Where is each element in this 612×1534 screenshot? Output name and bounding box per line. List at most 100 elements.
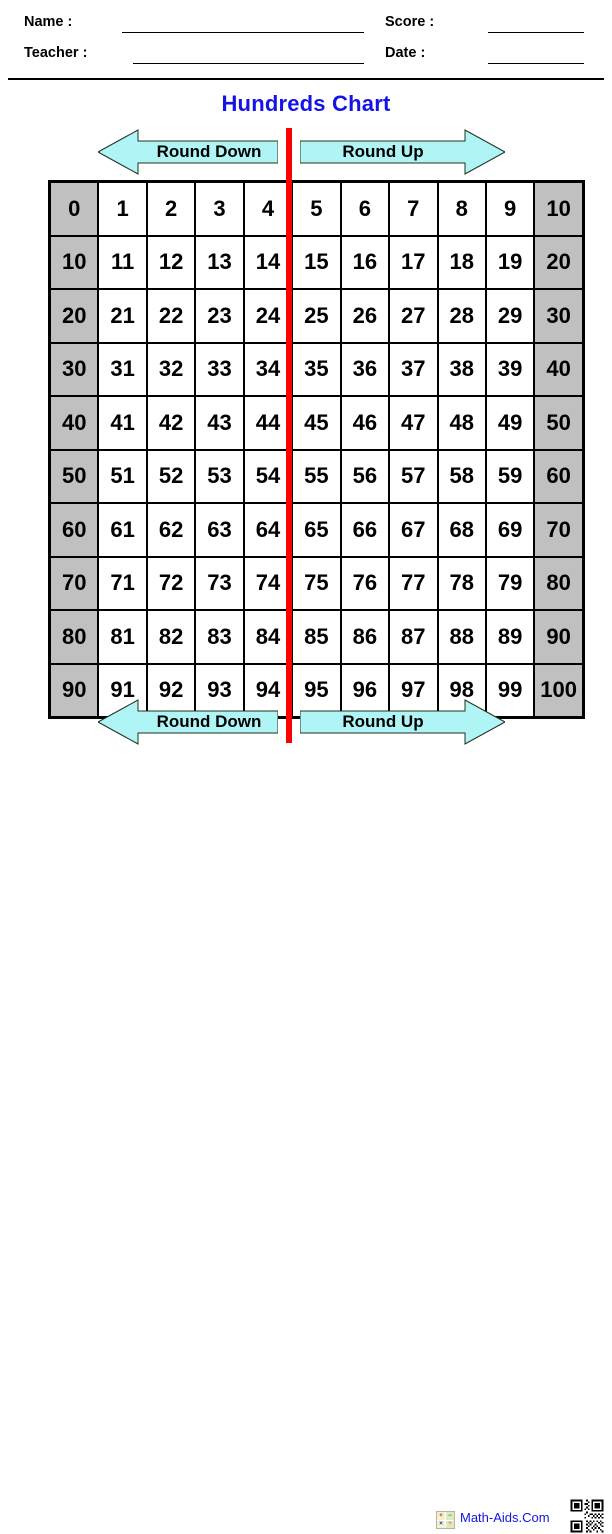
chart-cell-45[interactable]: 45 [291,395,342,451]
chart-cell-86[interactable]: 86 [339,609,391,665]
chart-cell-65[interactable]: 65 [291,502,342,558]
chart-cell-47[interactable]: 47 [388,395,439,451]
chart-cell-28[interactable]: 28 [436,288,487,344]
chart-cell-59[interactable]: 59 [484,448,536,504]
chart-cell-54[interactable]: 54 [242,448,294,504]
chart-cell-20[interactable]: 20 [48,288,100,344]
chart-cell-8[interactable]: 8 [436,180,487,237]
chart-cell-40[interactable]: 40 [48,395,100,451]
chart-cell-18[interactable]: 18 [436,234,487,290]
chart-cell-49[interactable]: 49 [484,395,536,451]
chart-cell-30[interactable]: 30 [533,288,585,344]
chart-cell-33[interactable]: 33 [194,341,245,397]
chart-cell-31[interactable]: 31 [97,341,148,397]
chart-cell-43[interactable]: 43 [194,395,245,451]
chart-cell-39[interactable]: 39 [484,341,536,397]
chart-cell-23[interactable]: 23 [194,288,245,344]
chart-cell-55[interactable]: 55 [291,448,342,504]
chart-cell-11[interactable]: 11 [97,234,148,290]
chart-cell-9[interactable]: 9 [484,180,536,237]
chart-cell-46[interactable]: 46 [339,395,391,451]
chart-cell-29[interactable]: 29 [484,288,536,344]
chart-cell-58[interactable]: 58 [436,448,487,504]
chart-cell-71[interactable]: 71 [97,555,148,611]
chart-cell-88[interactable]: 88 [436,609,487,665]
chart-cell-25[interactable]: 25 [291,288,342,344]
chart-cell-40[interactable]: 40 [533,341,585,397]
chart-cell-77[interactable]: 77 [388,555,439,611]
chart-cell-80[interactable]: 80 [48,609,100,665]
chart-cell-69[interactable]: 69 [484,502,536,558]
chart-cell-38[interactable]: 38 [436,341,487,397]
chart-cell-10[interactable]: 10 [48,234,100,290]
chart-cell-16[interactable]: 16 [339,234,391,290]
chart-cell-24[interactable]: 24 [242,288,294,344]
chart-cell-75[interactable]: 75 [291,555,342,611]
chart-cell-62[interactable]: 62 [145,502,197,558]
chart-cell-51[interactable]: 51 [97,448,148,504]
chart-cell-81[interactable]: 81 [97,609,148,665]
chart-cell-67[interactable]: 67 [388,502,439,558]
chart-cell-53[interactable]: 53 [194,448,245,504]
chart-cell-14[interactable]: 14 [242,234,294,290]
chart-cell-20[interactable]: 20 [533,234,585,290]
chart-cell-10[interactable]: 10 [533,180,585,237]
chart-cell-50[interactable]: 50 [533,395,585,451]
chart-cell-13[interactable]: 13 [194,234,245,290]
name-input-line[interactable] [122,32,364,33]
chart-cell-4[interactable]: 4 [242,180,294,237]
chart-cell-84[interactable]: 84 [242,609,294,665]
math-aids-site-link[interactable]: Math-Aids.Com [460,1510,550,1525]
chart-cell-85[interactable]: 85 [291,609,342,665]
chart-cell-27[interactable]: 27 [388,288,439,344]
score-input-line[interactable] [488,32,584,33]
chart-cell-66[interactable]: 66 [339,502,391,558]
chart-cell-42[interactable]: 42 [145,395,197,451]
chart-cell-52[interactable]: 52 [145,448,197,504]
chart-cell-78[interactable]: 78 [436,555,487,611]
chart-cell-7[interactable]: 7 [388,180,439,237]
chart-cell-70[interactable]: 70 [48,555,100,611]
chart-cell-36[interactable]: 36 [339,341,391,397]
chart-cell-30[interactable]: 30 [48,341,100,397]
chart-cell-90[interactable]: 90 [533,609,585,665]
chart-cell-0[interactable]: 0 [48,180,100,237]
chart-cell-17[interactable]: 17 [388,234,439,290]
chart-cell-76[interactable]: 76 [339,555,391,611]
chart-cell-61[interactable]: 61 [97,502,148,558]
chart-cell-50[interactable]: 50 [48,448,100,504]
teacher-input-line[interactable] [133,63,364,64]
chart-cell-73[interactable]: 73 [194,555,245,611]
chart-cell-37[interactable]: 37 [388,341,439,397]
chart-cell-68[interactable]: 68 [436,502,487,558]
chart-cell-57[interactable]: 57 [388,448,439,504]
chart-cell-41[interactable]: 41 [97,395,148,451]
chart-cell-82[interactable]: 82 [145,609,197,665]
chart-cell-89[interactable]: 89 [484,609,536,665]
chart-cell-19[interactable]: 19 [484,234,536,290]
chart-cell-22[interactable]: 22 [145,288,197,344]
chart-cell-21[interactable]: 21 [97,288,148,344]
chart-cell-60[interactable]: 60 [48,502,100,558]
chart-cell-26[interactable]: 26 [339,288,391,344]
chart-cell-48[interactable]: 48 [436,395,487,451]
chart-cell-12[interactable]: 12 [145,234,197,290]
chart-cell-79[interactable]: 79 [484,555,536,611]
chart-cell-5[interactable]: 5 [291,180,342,237]
chart-cell-34[interactable]: 34 [242,341,294,397]
date-input-line[interactable] [488,63,584,64]
chart-cell-87[interactable]: 87 [388,609,439,665]
chart-cell-32[interactable]: 32 [145,341,197,397]
chart-cell-80[interactable]: 80 [533,555,585,611]
chart-cell-3[interactable]: 3 [194,180,245,237]
chart-cell-70[interactable]: 70 [533,502,585,558]
chart-cell-56[interactable]: 56 [339,448,391,504]
chart-cell-44[interactable]: 44 [242,395,294,451]
chart-cell-1[interactable]: 1 [97,180,148,237]
chart-cell-83[interactable]: 83 [194,609,245,665]
chart-cell-6[interactable]: 6 [339,180,391,237]
chart-cell-35[interactable]: 35 [291,341,342,397]
chart-cell-2[interactable]: 2 [145,180,197,237]
chart-cell-60[interactable]: 60 [533,448,585,504]
chart-cell-72[interactable]: 72 [145,555,197,611]
